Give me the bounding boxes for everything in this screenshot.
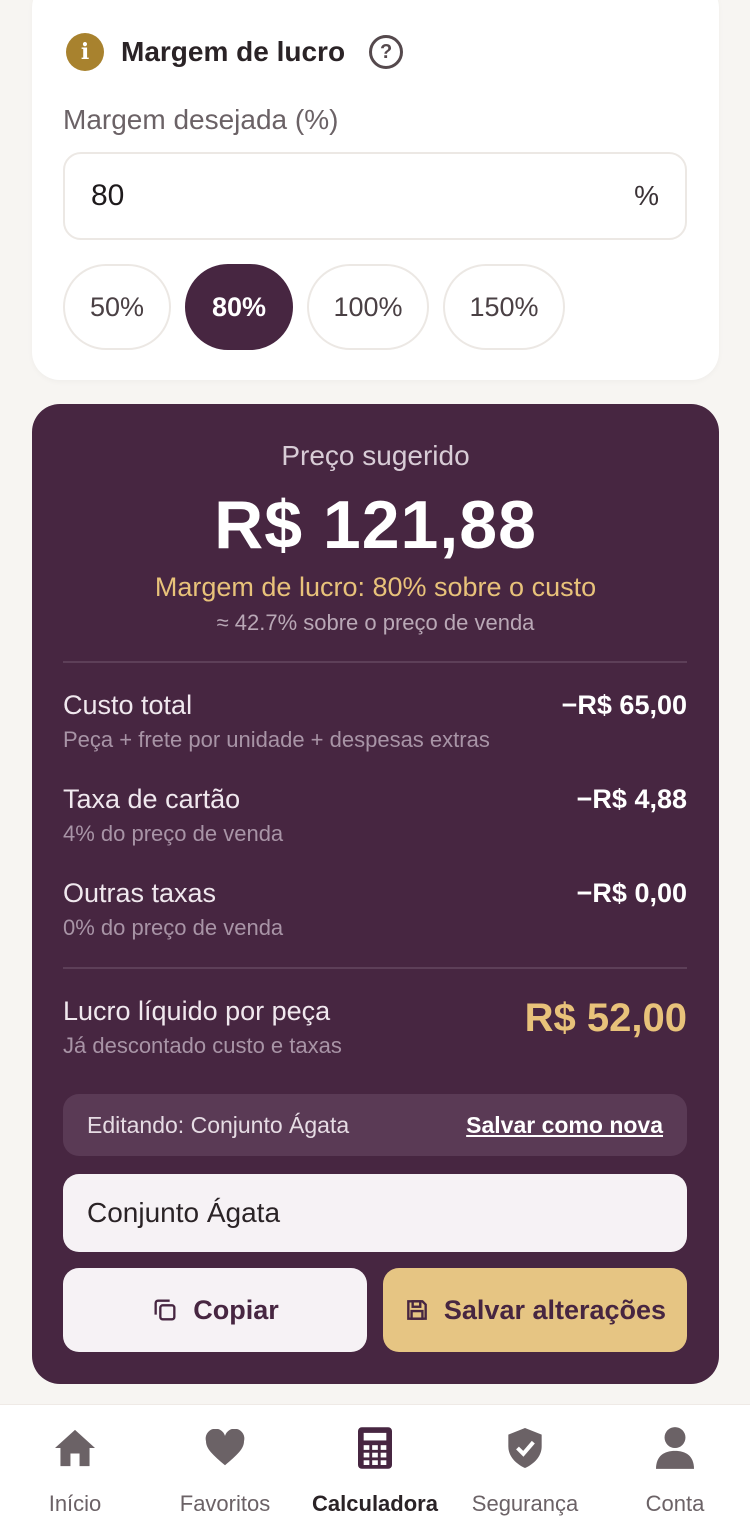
help-icon[interactable]: ? (369, 35, 404, 69)
editing-bar: Editando: Conjunto Ágata Salvar como nov… (63, 1094, 687, 1156)
suggested-price: R$ 121,88 (214, 487, 537, 563)
copy-button[interactable]: Copiar (63, 1268, 367, 1352)
nav-item-inicio[interactable]: Início (0, 1405, 150, 1528)
margin-title: Margem de lucro (121, 36, 346, 67)
margin-on-cost: Margem de lucro: 80% sobre o custo (154, 572, 597, 602)
nav-label: Segurança (471, 1491, 579, 1516)
nav-label: Calculadora (312, 1491, 438, 1516)
nav-item-calculadora[interactable]: Calculadora (300, 1405, 450, 1528)
product-name-input[interactable]: Conjunto Ágata (63, 1174, 687, 1252)
margin-card: i Margem de lucro ? Margem desejada (%) … (32, 0, 719, 380)
bottom-nav: Início Favoritos Calculadora Segurança C… (0, 1404, 750, 1528)
chip-50[interactable]: 50% (63, 264, 171, 350)
chip-80[interactable]: 80% (185, 264, 293, 350)
row-net-profit: Lucro líquido por peça Já descontado cus… (63, 996, 687, 1059)
row-other-fees: Outras taxas 0% do preço de venda −R$ 0,… (63, 878, 687, 941)
row-card-fee: Taxa de cartão 4% do preço de venda −R$ … (63, 784, 687, 847)
suggested-price-label: Preço sugerido (281, 440, 470, 471)
row-sub: 0% do preço de venda (63, 915, 284, 940)
copy-icon (154, 1299, 176, 1321)
row-sub: Peça + frete por unidade + despesas extr… (63, 727, 490, 752)
nav-item-favoritos[interactable]: Favoritos (150, 1405, 300, 1528)
calculator-screen: i Margem de lucro ? Margem desejada (%) … (0, 0, 750, 1528)
margin-on-sale: ≈ 42.7% sobre o preço de venda (216, 610, 535, 635)
home-icon (52, 1425, 98, 1471)
save-changes-button[interactable]: Salvar alterações (383, 1268, 687, 1352)
nav-label: Conta (645, 1491, 705, 1516)
calculator-icon (358, 1425, 392, 1471)
divider (63, 967, 687, 969)
chip-100[interactable]: 100% (307, 264, 429, 350)
row-total-cost: Custo total Peça + frete por unidade + d… (63, 690, 687, 753)
copy-button-label: Copiar (193, 1294, 279, 1325)
row-value: −R$ 0,00 (576, 878, 687, 908)
nav-item-seguranca[interactable]: Segurança (450, 1405, 600, 1528)
nav-label: Favoritos (179, 1491, 271, 1516)
editing-text: Editando: Conjunto Ágata (87, 1111, 350, 1138)
margin-desired-label: Margem desejada (%) (63, 104, 339, 135)
shield-icon (508, 1425, 542, 1471)
chip-150[interactable]: 150% (443, 264, 565, 350)
result-card: Preço sugerido R$ 121,88 Margem de lucro… (32, 404, 719, 1384)
percent-suffix: % (634, 180, 659, 211)
heart-icon (204, 1425, 246, 1471)
row-value: −R$ 65,00 (561, 690, 687, 720)
row-sub: 4% do preço de venda (63, 821, 284, 846)
user-icon (656, 1425, 694, 1471)
info-icon: i (66, 33, 104, 71)
save-as-new-link[interactable]: Salvar como nova (466, 1112, 663, 1139)
nav-label: Início (48, 1491, 102, 1516)
save-icon (407, 1300, 427, 1320)
profit-value: R$ 52,00 (524, 996, 687, 1040)
divider (63, 661, 687, 663)
row-value: −R$ 4,88 (576, 784, 687, 814)
margin-chips: 50% 80% 100% 150% (63, 264, 565, 350)
margin-card-header: i Margem de lucro ? (66, 32, 404, 72)
save-button-label: Salvar alterações (443, 1294, 667, 1325)
margin-input[interactable]: 80 % (63, 152, 687, 240)
nav-item-conta[interactable]: Conta (600, 1405, 750, 1528)
margin-input-value[interactable]: 80 (91, 179, 634, 213)
